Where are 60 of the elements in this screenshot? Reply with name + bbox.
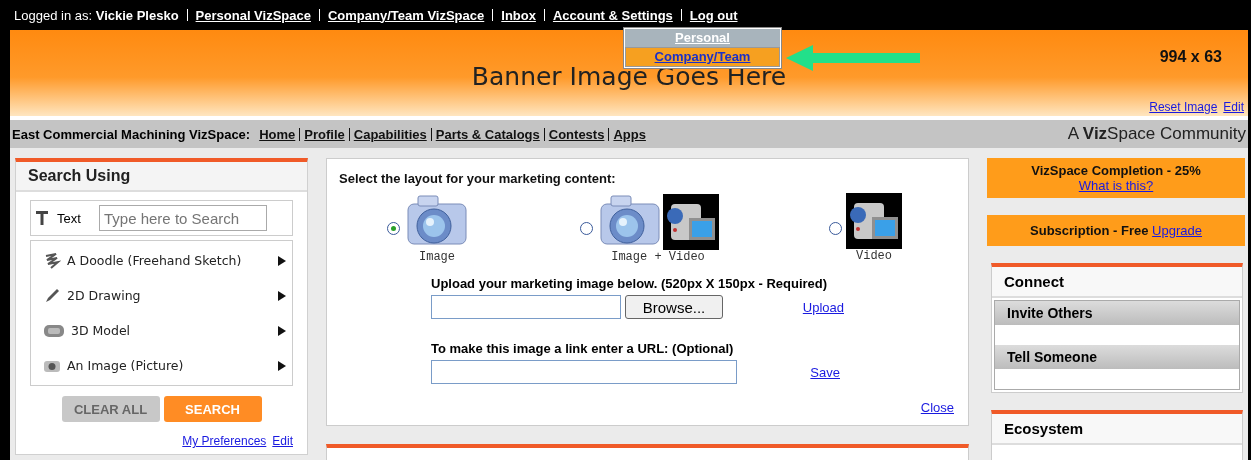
connect-item[interactable]: Tell Someone xyxy=(995,345,1239,369)
nav-link[interactable]: Home xyxy=(259,126,296,142)
arrow-icon xyxy=(278,290,286,301)
upload-label: Upload your marketing image below. (520px X 150px - Required) xyxy=(431,276,829,291)
layout-label: Image + Video xyxy=(611,250,705,264)
nav-link[interactable]: Profile xyxy=(304,126,345,142)
camcorder-icon xyxy=(663,194,719,250)
radio-button[interactable] xyxy=(829,221,842,235)
search-option[interactable]: A Doodle (Freehand Sketch) xyxy=(31,243,292,278)
completion-text: VizSpace Completion - 25% xyxy=(1030,163,1202,178)
subscription-text: Subscription - Free xyxy=(1030,223,1149,238)
banner-link[interactable]: Edit xyxy=(1223,100,1244,114)
url-label: To make this image a link enter a URL: (Optional) xyxy=(431,341,735,356)
panel-title: Ecosystem xyxy=(992,414,1242,445)
community-tagline: A VizSpace Community xyxy=(1067,124,1247,144)
radio-button[interactable] xyxy=(580,221,593,235)
nav-link[interactable]: Parts & Catalogs xyxy=(435,126,540,142)
panel-title: Connect xyxy=(992,267,1242,298)
cube-icon xyxy=(43,322,65,339)
panel-title: Search Using xyxy=(16,162,307,192)
nav-link[interactable]: Apps xyxy=(613,126,646,142)
url-field[interactable] xyxy=(431,360,737,384)
radio-button[interactable] xyxy=(387,221,400,235)
arrow-icon xyxy=(278,255,286,266)
upgrade-link[interactable]: Upgrade xyxy=(1152,223,1202,238)
nav-link[interactable]: Capabilities xyxy=(353,126,427,142)
layout-label: Video xyxy=(856,249,892,263)
file-field[interactable] xyxy=(431,295,621,319)
banner-size: 994 x 63 xyxy=(1159,48,1222,66)
arrow-icon xyxy=(278,360,286,371)
login-label: Logged in as: Vickie Plesko xyxy=(14,7,179,23)
top-nav-link[interactable]: Personal VizSpace xyxy=(195,7,311,23)
help-link[interactable]: What is this? xyxy=(1078,178,1154,193)
close-link[interactable]: Close xyxy=(920,400,954,415)
top-nav-link[interactable]: Inbox xyxy=(501,7,536,23)
top-nav-link[interactable]: Company/Team VizSpace xyxy=(327,7,485,23)
text-icon xyxy=(35,210,49,226)
pencil-icon xyxy=(43,286,61,305)
save-link[interactable]: Save xyxy=(810,364,840,380)
browse-button[interactable]: Browse... xyxy=(625,295,723,319)
camera-icon xyxy=(43,358,61,373)
arrow-icon xyxy=(278,325,286,336)
squiggle-icon xyxy=(43,251,61,270)
search-option[interactable]: 3D Model xyxy=(31,313,292,348)
search-field[interactable]: Type here to Search xyxy=(99,205,267,231)
preferences-link[interactable]: Edit xyxy=(272,434,293,448)
search-option[interactable]: An Image (Picture) xyxy=(31,348,292,383)
camcorder-icon xyxy=(846,193,902,249)
top-nav-link[interactable]: Account & Settings xyxy=(552,7,673,23)
upload-link[interactable]: Upload xyxy=(802,299,844,315)
top-nav-link[interactable]: Log out xyxy=(689,7,738,23)
space-name: East Commercial Machining VizSpace: xyxy=(12,126,251,142)
connect-item[interactable]: Invite Others xyxy=(995,301,1239,325)
text-label: Text xyxy=(57,210,82,226)
layout-prompt: Select the layout for your marketing content: xyxy=(339,171,617,186)
search-option[interactable]: 2D Drawing xyxy=(31,278,292,313)
layout-label: Image xyxy=(419,250,455,264)
preferences-link[interactable]: My Preferences xyxy=(182,434,267,448)
nav-link[interactable]: Contests xyxy=(548,126,605,142)
banner-link[interactable]: Reset Image xyxy=(1149,100,1218,114)
